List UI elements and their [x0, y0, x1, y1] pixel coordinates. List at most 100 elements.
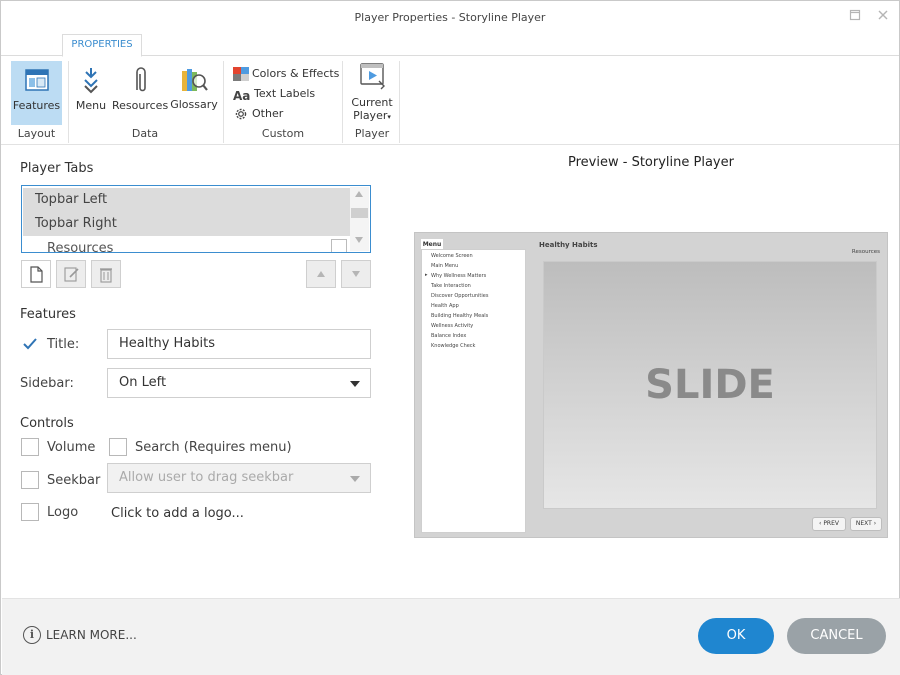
- search-checkbox[interactable]: [109, 438, 127, 456]
- preview-menu-item: Balance Index: [431, 333, 467, 339]
- edit-tab-button[interactable]: [56, 260, 86, 288]
- ok-button[interactable]: OK: [698, 618, 774, 654]
- new-page-icon: [30, 266, 43, 283]
- checkmark-icon: [23, 338, 37, 350]
- preview-sidebar: Welcome Screen Main Menu ▸ Why Wellness …: [421, 249, 526, 533]
- glossary-icon: [182, 69, 208, 91]
- menu-icon: [84, 68, 98, 94]
- volume-label: Volume: [47, 440, 96, 455]
- text-labels-button[interactable]: Aa Text Labels: [233, 85, 315, 103]
- menu-button[interactable]: Menu: [72, 61, 110, 125]
- list-item-checkbox[interactable]: [331, 239, 347, 252]
- preview-resources: Resources: [851, 249, 880, 255]
- info-icon[interactable]: i: [23, 626, 41, 644]
- preview-course-title: Healthy Habits: [539, 241, 598, 249]
- preview-menu-item: Why Wellness Matters: [431, 273, 487, 279]
- other-label: Other: [252, 107, 284, 120]
- title-checkbox[interactable]: [21, 335, 39, 353]
- colors-effects-button[interactable]: Colors & Effects: [233, 65, 339, 83]
- preview-menu-item: Health App: [431, 303, 459, 309]
- scroll-down-icon[interactable]: [355, 237, 363, 243]
- colors-effects-label: Colors & Effects: [252, 67, 340, 80]
- tab-properties[interactable]: PROPERTIES: [62, 34, 142, 57]
- chevron-down-icon: ▾: [387, 113, 391, 121]
- preview-prev-button: ‹ PREV: [812, 517, 846, 531]
- ribbon-tab-row: PROPERTIES: [1, 34, 899, 57]
- preview-menu-item: Welcome Screen: [431, 253, 473, 259]
- trash-icon: [100, 268, 112, 283]
- sidebar-select[interactable]: On Left: [107, 368, 371, 398]
- close-icon[interactable]: [875, 9, 891, 25]
- chevron-down-icon: [350, 476, 360, 482]
- learn-more-link[interactable]: LEARN MORE...: [46, 628, 137, 642]
- features-label: Features: [12, 99, 61, 112]
- delete-tab-button[interactable]: [91, 260, 121, 288]
- preview-heading: Preview - Storyline Player: [568, 155, 734, 170]
- window-title: Player Properties - Storyline Player: [354, 11, 546, 24]
- seekbar-select[interactable]: Allow user to drag seekbar: [107, 463, 371, 493]
- preview-menu-item: Knowledge Check: [431, 343, 476, 349]
- seekbar-checkbox[interactable]: [21, 471, 39, 489]
- arrow-down-icon: [352, 271, 360, 277]
- logo-checkbox[interactable]: [21, 503, 39, 521]
- layout-group-label: Layout: [17, 127, 56, 140]
- preview-prev-label: PREV: [823, 520, 839, 527]
- resources-label: Resources: [112, 99, 169, 112]
- gear-icon: [235, 108, 247, 120]
- preview-slide-text: SLIDE: [645, 362, 775, 408]
- add-logo-link[interactable]: Click to add a logo...: [111, 506, 244, 521]
- glossary-button[interactable]: Glossary: [170, 61, 218, 125]
- preview-menu-item: Discover Opportunities: [431, 293, 489, 299]
- move-down-button[interactable]: [341, 260, 371, 288]
- list-item[interactable]: Topbar Right: [23, 212, 350, 236]
- text-labels-icon: Aa: [233, 89, 251, 103]
- new-tab-button[interactable]: [21, 260, 51, 288]
- features-button[interactable]: Features: [11, 61, 62, 125]
- scroll-thumb[interactable]: [351, 208, 368, 218]
- seekbar-option: Allow user to drag seekbar: [119, 470, 294, 485]
- arrow-up-icon: [317, 271, 325, 277]
- controls-heading: Controls: [20, 416, 74, 431]
- chevron-right-icon: ›: [871, 520, 877, 527]
- menu-label: Menu: [75, 99, 107, 112]
- volume-checkbox[interactable]: [21, 438, 39, 456]
- sidebar-value: On Left: [119, 375, 167, 390]
- chevron-down-icon: [350, 381, 360, 387]
- other-button[interactable]: Other: [233, 105, 283, 123]
- player-preview: Menu Welcome Screen Main Menu ▸ Why Well…: [414, 232, 888, 538]
- search-label: Search (Requires menu): [135, 440, 292, 455]
- move-up-button[interactable]: [306, 260, 336, 288]
- player-group-label: Player: [354, 127, 390, 140]
- colors-icon: [233, 67, 249, 81]
- player-tabs-heading: Player Tabs: [20, 161, 94, 176]
- edit-icon: [64, 267, 79, 282]
- scroll-up-icon[interactable]: [355, 191, 363, 197]
- list-scrollbar[interactable]: [350, 187, 369, 251]
- player-properties-window: Player Properties - Storyline Player PRO…: [0, 0, 900, 675]
- features-icon: [24, 69, 49, 91]
- custom-group-label: Custom: [261, 127, 305, 140]
- maximize-icon[interactable]: [847, 9, 863, 25]
- preview-menu-item: Wellness Activity: [431, 323, 474, 329]
- current-player-line2: Player: [353, 109, 388, 122]
- preview-menu-item: Take Interaction: [431, 283, 471, 289]
- text-labels-label: Text Labels: [254, 87, 316, 100]
- list-item[interactable]: Resources: [23, 237, 350, 252]
- cancel-button[interactable]: CANCEL: [787, 618, 886, 654]
- title-label: Title:: [47, 337, 80, 352]
- current-player-icon: [360, 63, 385, 90]
- paperclip-icon: [135, 67, 146, 92]
- title-input[interactable]: Healthy Habits: [107, 329, 371, 359]
- logo-label: Logo: [47, 505, 79, 520]
- current-player-button[interactable]: Current Player▾: [346, 59, 398, 125]
- ribbon-divider: [223, 61, 224, 143]
- preview-next-button: NEXT ›: [850, 517, 882, 531]
- player-tabs-list[interactable]: Topbar Left Topbar Right Resources: [21, 185, 371, 253]
- list-item[interactable]: Topbar Left: [23, 188, 350, 212]
- sidebar-label: Sidebar:: [20, 376, 74, 391]
- ribbon-divider: [68, 61, 69, 143]
- resources-button[interactable]: Resources: [112, 61, 169, 125]
- preview-next-label: NEXT: [855, 520, 872, 527]
- ribbon: Features Layout Menu Resources Glossary …: [1, 57, 899, 145]
- features-heading: Features: [20, 307, 76, 322]
